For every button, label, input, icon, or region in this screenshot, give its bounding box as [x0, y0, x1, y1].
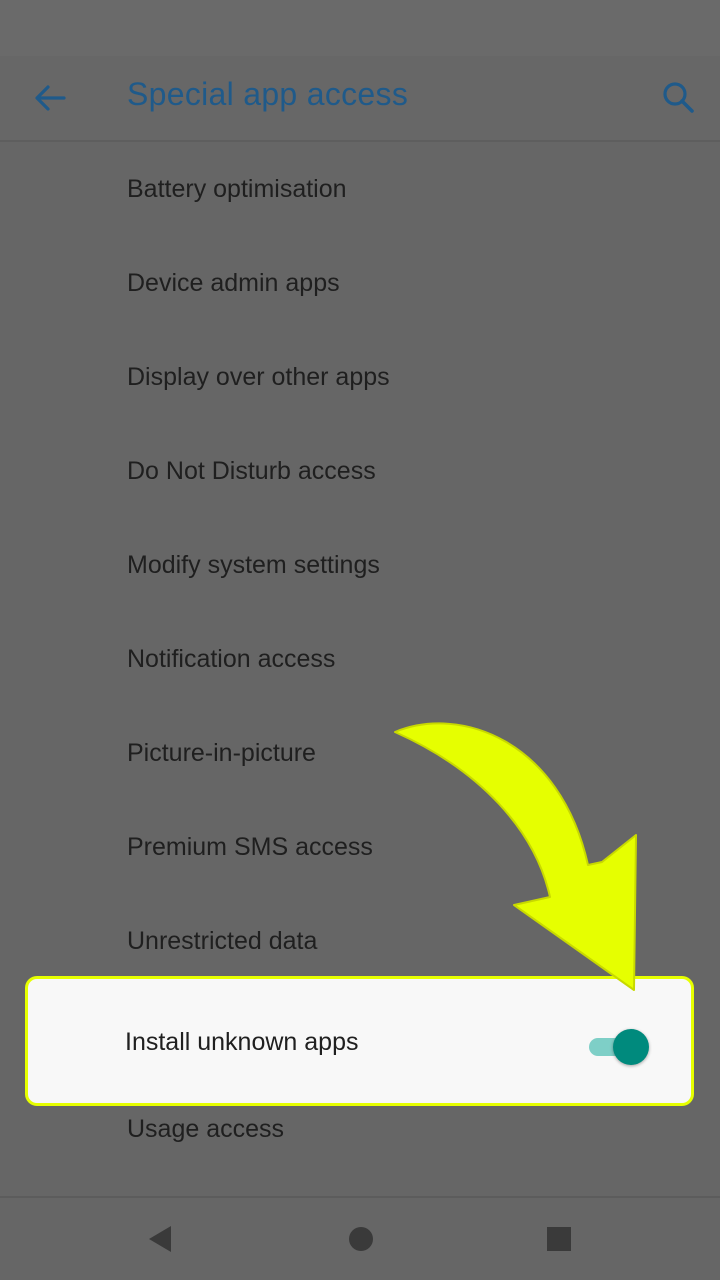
list-item-picture-in-picture[interactable]: Picture-in-picture — [0, 706, 720, 800]
list-item-label: Display over other apps — [127, 363, 390, 391]
list-item-battery-optimisation[interactable]: Battery optimisation — [0, 142, 720, 236]
list-item-label: Premium SMS access — [127, 833, 373, 861]
list-item-label: Notification access — [127, 645, 336, 673]
back-button[interactable] — [22, 70, 78, 126]
status-bar — [0, 0, 720, 56]
list-item-install-unknown-apps[interactable]: Install unknown apps — [25, 976, 694, 1106]
navigation-bar — [0, 1198, 720, 1280]
list-item-display-over-other-apps[interactable]: Display over other apps — [0, 330, 720, 424]
nav-back-button[interactable] — [135, 1214, 185, 1264]
page-title: Special app access — [127, 76, 409, 112]
list-item-label: Picture-in-picture — [127, 739, 316, 767]
list-item-notification-access[interactable]: Notification access — [0, 612, 720, 706]
list-item-label: Install unknown apps — [125, 1028, 359, 1056]
install-unknown-apps-toggle[interactable] — [585, 1027, 651, 1065]
nav-recents-button[interactable] — [534, 1214, 584, 1264]
app-bar: Special app access — [0, 56, 720, 142]
nav-home-button[interactable] — [336, 1214, 386, 1264]
list-item-do-not-disturb-access[interactable]: Do Not Disturb access — [0, 424, 720, 518]
square-recents-icon — [547, 1227, 571, 1251]
circle-home-icon — [349, 1227, 373, 1251]
list-item-unrestricted-data[interactable]: Unrestricted data — [0, 894, 720, 988]
toggle-thumb — [613, 1029, 649, 1065]
triangle-back-icon — [149, 1226, 171, 1252]
list-item-premium-sms-access[interactable]: Premium SMS access — [0, 800, 720, 894]
list-item-label: Unrestricted data — [127, 927, 318, 955]
list-item-label: Modify system settings — [127, 551, 380, 579]
list-item-label: Battery optimisation — [127, 175, 347, 203]
search-icon — [663, 82, 694, 113]
arrow-left-icon — [35, 85, 66, 111]
search-button[interactable] — [650, 70, 706, 126]
list-item-modify-system-settings[interactable]: Modify system settings — [0, 518, 720, 612]
list-item-label: Do Not Disturb access — [127, 457, 376, 485]
list-item-device-admin-apps[interactable]: Device admin apps — [0, 236, 720, 330]
list-item-label: Usage access — [127, 1115, 285, 1143]
list-item-label: Device admin apps — [127, 269, 340, 297]
